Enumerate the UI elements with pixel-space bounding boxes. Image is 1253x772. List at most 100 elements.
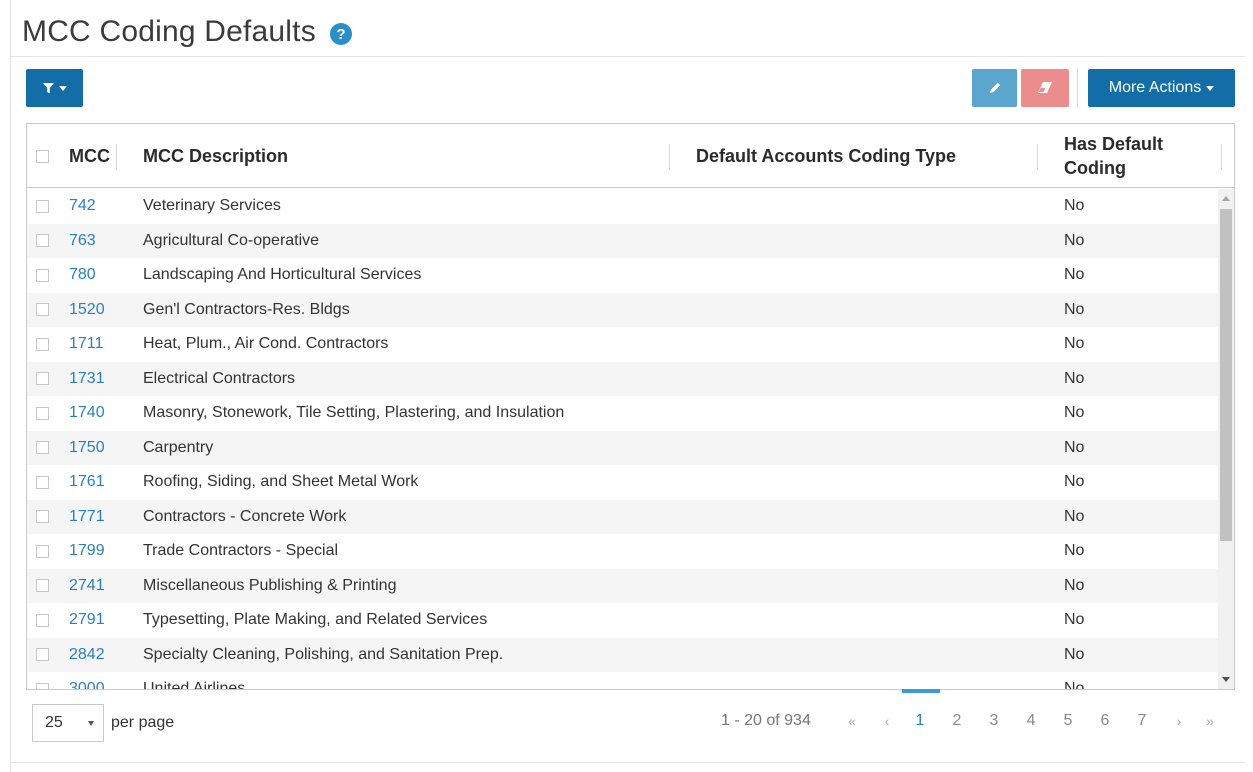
range-info: 1 - 20 of 934	[721, 712, 811, 729]
filter-button[interactable]	[26, 69, 83, 107]
page-title: MCC Coding Defaults	[22, 15, 316, 48]
mcc-link[interactable]: 742	[69, 189, 96, 224]
row-checkbox[interactable]	[36, 613, 49, 627]
active-page-indicator	[902, 689, 940, 693]
table-row[interactable]: 1711 Heat, Plum., Air Cond. Contractors No	[27, 327, 1218, 362]
column-divider[interactable]	[1221, 144, 1222, 170]
column-header-coding-type[interactable]: Default Accounts Coding Type	[696, 124, 956, 188]
table-row[interactable]: 1771 Contractors - Concrete Work No	[27, 499, 1218, 535]
page-button-1[interactable]: 1	[909, 704, 931, 738]
page-button-3[interactable]: 3	[983, 704, 1005, 738]
scrollbar-thumb[interactable]	[1220, 209, 1232, 541]
row-checkbox-cell[interactable]	[36, 638, 49, 673]
prev-page-button[interactable]: ‹	[876, 704, 898, 738]
select-all-checkbox[interactable]	[36, 149, 49, 163]
row-checkbox-cell[interactable]	[36, 465, 49, 500]
help-icon[interactable]: ?	[329, 23, 352, 45]
row-checkbox[interactable]	[36, 337, 49, 351]
row-checkbox[interactable]	[36, 268, 49, 282]
table-row[interactable]: 1520 Gen'l Contractors-Res. Bldgs No	[27, 292, 1218, 328]
row-checkbox-cell[interactable]	[36, 672, 49, 689]
table-row[interactable]: 780 Landscaping And Horticultural Service…	[27, 258, 1218, 293]
row-checkbox[interactable]	[36, 372, 49, 386]
has-default-coding: No	[1064, 507, 1085, 525]
mcc-link[interactable]: 1711	[69, 327, 103, 362]
row-checkbox[interactable]	[36, 682, 49, 689]
table-row[interactable]: 742 Veterinary Services No	[27, 189, 1218, 224]
row-checkbox[interactable]	[36, 510, 49, 524]
table-row[interactable]: 1799 Trade Contractors - Special No	[27, 534, 1218, 569]
table-row[interactable]: 1750 Carpentry No	[27, 430, 1218, 466]
row-checkbox[interactable]	[36, 648, 49, 662]
table-row[interactable]: 1740 Masonry, Stonework, Tile Setting, Pl…	[27, 396, 1218, 431]
page-button-7[interactable]: 7	[1131, 704, 1153, 738]
column-header-mcc[interactable]: MCC	[69, 124, 110, 188]
row-checkbox[interactable]	[36, 475, 49, 489]
first-page-button[interactable]: «	[841, 704, 863, 738]
page-size-select[interactable]: 25	[32, 704, 104, 742]
row-checkbox-cell[interactable]	[36, 362, 49, 397]
more-actions-button[interactable]: More Actions	[1088, 69, 1235, 107]
mcc-link[interactable]: 1740	[69, 396, 105, 431]
row-checkbox-cell[interactable]	[36, 500, 49, 535]
mcc-link[interactable]: 1731	[69, 362, 105, 397]
mcc-description: Landscaping And Horticultural Services	[143, 266, 422, 284]
table-row[interactable]: 1731 Electrical Contractors No	[27, 361, 1218, 397]
mcc-link[interactable]: 1771	[69, 500, 105, 535]
page-button-6[interactable]: 6	[1094, 704, 1116, 738]
mcc-link[interactable]: 1520	[69, 293, 105, 328]
erase-button[interactable]	[1021, 69, 1069, 107]
row-checkbox-cell[interactable]	[36, 224, 49, 259]
title-divider	[10, 56, 1245, 57]
table-row[interactable]: 2842 Specialty Cleaning, Polishing, and S…	[27, 637, 1218, 673]
table-row[interactable]: 2791 Typesetting, Plate Making, and Relat…	[27, 603, 1218, 638]
table-row[interactable]: 3000 United Airlines No	[27, 672, 1218, 689]
mcc-link[interactable]: 1799	[69, 534, 105, 569]
row-checkbox-cell[interactable]	[36, 293, 49, 328]
row-checkbox-cell[interactable]	[36, 396, 49, 431]
row-checkbox-cell[interactable]	[36, 603, 49, 638]
page-button-2[interactable]: 2	[946, 704, 968, 738]
mcc-link[interactable]: 2741	[69, 569, 105, 604]
row-checkbox[interactable]	[36, 303, 49, 317]
column-divider[interactable]	[116, 144, 117, 170]
table-row[interactable]: 763 Agricultural Co-operative No	[27, 223, 1218, 259]
mcc-link[interactable]: 1750	[69, 431, 105, 466]
dropdown-arrow-icon	[88, 721, 94, 726]
row-checkbox-cell[interactable]	[36, 431, 49, 466]
row-checkbox[interactable]	[36, 199, 49, 213]
row-checkbox-cell[interactable]	[36, 327, 49, 362]
page-button-4[interactable]: 4	[1020, 704, 1042, 738]
scroll-up-icon[interactable]	[1222, 196, 1230, 201]
scroll-down-icon[interactable]	[1222, 677, 1230, 682]
mcc-link[interactable]: 763	[69, 224, 96, 259]
mcc-link[interactable]: 780	[69, 258, 96, 293]
mcc-link[interactable]: 2842	[69, 638, 105, 673]
select-all-checkbox-cell[interactable]	[36, 124, 49, 188]
page-button-5[interactable]: 5	[1057, 704, 1079, 738]
mcc-link[interactable]: 2791	[69, 603, 105, 638]
row-checkbox[interactable]	[36, 579, 49, 593]
mcc-link[interactable]: 3000	[69, 672, 105, 689]
row-checkbox-cell[interactable]	[36, 189, 49, 224]
row-checkbox-cell[interactable]	[36, 569, 49, 604]
row-checkbox[interactable]	[36, 441, 49, 455]
row-checkbox-cell[interactable]	[36, 534, 49, 569]
table-row[interactable]: 1761 Roofing, Siding, and Sheet Metal Wor…	[27, 465, 1218, 500]
row-checkbox[interactable]	[36, 544, 49, 558]
table-row[interactable]: 2741 Miscellaneous Publishing & Printing N…	[27, 568, 1218, 604]
column-divider[interactable]	[669, 144, 670, 170]
column-divider[interactable]	[1037, 144, 1038, 170]
mcc-link[interactable]: 1761	[69, 465, 105, 500]
vertical-scrollbar[interactable]	[1218, 189, 1234, 689]
column-header-description[interactable]: MCC Description	[143, 124, 288, 188]
row-checkbox[interactable]	[36, 234, 49, 248]
next-page-button[interactable]: ›	[1168, 704, 1190, 738]
column-header-has-default[interactable]: Has Default Coding	[1064, 124, 1163, 188]
has-default-coding: No	[1064, 197, 1085, 215]
grid-body: 742 Veterinary Services No 763 Agricultural …	[27, 189, 1218, 689]
edit-button[interactable]	[972, 69, 1017, 107]
last-page-button[interactable]: »	[1199, 704, 1221, 738]
row-checkbox[interactable]	[36, 406, 49, 420]
row-checkbox-cell[interactable]	[36, 258, 49, 293]
